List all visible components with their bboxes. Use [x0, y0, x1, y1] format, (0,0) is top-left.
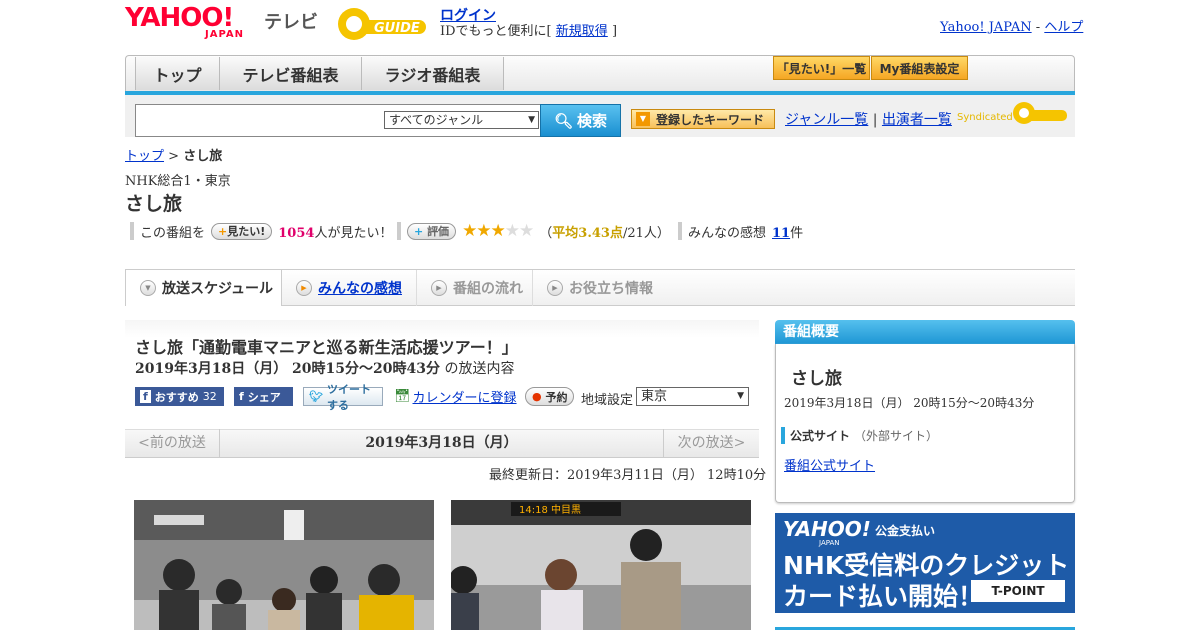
tpoint-badge: T-POINT [971, 580, 1065, 602]
nav-tab-tv[interactable]: テレビ番組表 [220, 57, 362, 90]
nhk-payment-ad[interactable]: YAHOO! JAPAN 公金支払い NHK受信料のクレジット カード払い開始！… [775, 513, 1075, 613]
mitai-list-button[interactable]: 「見たい!」一覧 [773, 56, 870, 80]
search-button[interactable]: 🔍︎ 検索 [540, 104, 621, 137]
impressions-count-link[interactable]: 11 [772, 226, 790, 241]
facebook-recommend-button[interactable]: f おすすめ 32 [135, 387, 224, 406]
station-board-text: 14:18 中目黒 [519, 503, 581, 516]
impressions-stat: みんなの感想 11件 [678, 221, 803, 241]
facebook-icon: f [140, 390, 151, 403]
login-subtext: IDでもっと便利に[ 新規取得 ] [440, 24, 618, 39]
episode-title: さし旅「通勤電車マニアと巡る新生活応援ツアー！」 [135, 338, 518, 357]
tab-schedule[interactable]: ▼ 放送スケジュール [125, 270, 282, 306]
search-icon: 🔍︎ [553, 111, 574, 130]
tab-info[interactable]: ▶ お役立ち情報 [532, 270, 672, 306]
chevron-down-icon: ▼ [636, 112, 650, 126]
episode-photo-2: 14:18 中目黒 [451, 500, 751, 630]
current-episode-date: 2019年3月18日（月） [365, 435, 518, 451]
gguide-small-logo [1013, 102, 1067, 124]
my-schedule-button[interactable]: My番組表設定 [871, 56, 968, 80]
plus-icon: + [218, 224, 228, 238]
next-episode-button[interactable]: 次の放送> [663, 429, 759, 458]
sidebar-title: さし旅 [791, 369, 842, 389]
performer-list-link[interactable]: 出演者一覧 [882, 112, 952, 128]
region-select[interactable]: 東京 ▼ [636, 387, 749, 406]
dropdown-arrow-icon: ▼ [737, 391, 744, 401]
genre-list-link[interactable]: ジャンル一覧 [785, 112, 868, 128]
episode-photo-1 [134, 500, 434, 630]
mitai-count: 1054 [278, 225, 315, 241]
tab-flow[interactable]: ▶ 番組の流れ [416, 270, 532, 306]
signup-link[interactable]: 新規取得 [556, 24, 608, 39]
official-site-label: 公式サイト （外部サイト） [781, 427, 938, 444]
calendar-register[interactable]: 📅︎ カレンダーに登録 [394, 387, 517, 406]
genre-select[interactable]: すべてのジャンル ▼ [384, 111, 539, 129]
rate-button[interactable]: + 評価 [407, 222, 457, 240]
tv-logo-text[interactable]: テレビ [264, 8, 318, 34]
chevron-right-icon: ▶ [431, 280, 447, 296]
chevron-right-icon: ▶ [547, 280, 563, 296]
nav-tab-top[interactable]: トップ [135, 57, 220, 90]
reserve-button[interactable]: ● 予約 [525, 387, 575, 406]
official-site-link[interactable]: 番組公式サイト [784, 455, 875, 474]
calendar-icon: 📅︎ [394, 389, 411, 404]
mitai-stat: この番組を + 見たい! 1054人が見たい！ [130, 221, 392, 241]
yahoo-japan-link[interactable]: Yahoo! JAPAN [940, 20, 1032, 35]
ad-service: 公金支払い [875, 524, 936, 538]
breadcrumb: トップ > さし旅 [125, 149, 223, 164]
region-label: 地域設定 [581, 393, 634, 408]
gguide-logo[interactable]: GUIDE [334, 6, 430, 42]
help-link[interactable]: ヘルプ [1044, 20, 1083, 35]
twitter-bird-icon: 🐦︎ [309, 390, 323, 403]
facebook-share-button[interactable]: f シェア [234, 387, 293, 406]
sidebar-heading: 番組概要 [775, 320, 1075, 344]
yahoo-logo[interactable]: YAHOO! [125, 4, 234, 32]
facebook-icon: f [239, 390, 244, 403]
rating-stat: + 評価 ★★★★★ （平均3.43点/21人） [397, 221, 670, 241]
tab-impressions[interactable]: ▶ みんなの感想 [282, 270, 416, 306]
top-links: Yahoo! JAPAN - ヘルプ [940, 20, 1084, 35]
dropdown-arrow-icon: ▼ [528, 115, 535, 125]
record-dot-icon: ● [532, 390, 542, 403]
yahoo-japan-sublogo: JAPAN [205, 29, 244, 40]
rating-average: 平均3.43点 [552, 225, 623, 241]
chevron-down-icon: ▼ [140, 280, 156, 296]
episode-date: 2019年3月18日（月） 20時15分～20時43分 の放送内容 [135, 361, 515, 377]
sidebar-date: 2019年3月18日（月） 20時15分～20時43分 [784, 396, 1035, 410]
prev-episode-button[interactable]: <前の放送 [125, 429, 220, 458]
ad-yahoo-logo: YAHOO! [783, 517, 871, 541]
chevron-right-icon: ▶ [296, 280, 312, 296]
nav-tab-radio[interactable]: ラジオ番組表 [362, 57, 504, 90]
search-sublinks: ジャンル一覧 | 出演者一覧 [785, 112, 952, 128]
page-title: さし旅 [125, 193, 183, 215]
ad-line2: カード払い開始！ [783, 582, 984, 611]
tweet-button[interactable]: 🐦︎ ツイートする [303, 383, 383, 412]
channel-name: NHK総合1・東京 [125, 174, 231, 189]
last-updated: 最終更新日：2019年3月11日（月） 12時10分 [489, 468, 767, 483]
plus-icon: + [414, 224, 424, 238]
rating-stars: ★★★★★ [462, 221, 534, 241]
keyword-button[interactable]: ▼ 登録したキーワード [631, 109, 775, 129]
svg-text:GUIDE: GUIDE [374, 21, 420, 36]
mitai-button[interactable]: + 見たい! [211, 222, 273, 240]
breadcrumb-top[interactable]: トップ [125, 149, 164, 164]
syndicated-label: Syndicated [957, 112, 1013, 123]
